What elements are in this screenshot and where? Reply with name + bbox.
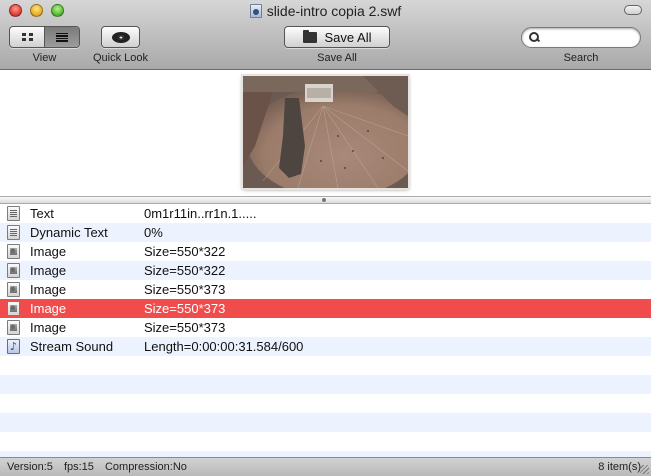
item-value: 0m1r11in..rr1n.1..... xyxy=(144,206,257,221)
item-type: Text xyxy=(30,206,54,221)
preview-pane xyxy=(0,71,651,196)
item-value: Size=550*322 xyxy=(144,263,226,278)
item-type: Image xyxy=(30,244,67,259)
window-title-text: slide-intro copia 2.swf xyxy=(266,3,402,19)
list-item[interactable]: Stream Sound Length=0:00:00:31.584/600 xyxy=(0,337,651,356)
empty-row xyxy=(0,375,651,394)
status-bar: Version:5 fps:15 Compression:No 8 item(s… xyxy=(0,457,651,476)
window-title: slide-intro copia 2.swf xyxy=(0,3,651,19)
sound-file-icon xyxy=(7,337,20,356)
empty-row xyxy=(0,432,651,451)
empty-row xyxy=(0,413,651,432)
item-type: Dynamic Text xyxy=(30,225,108,240)
item-value: Size=550*322 xyxy=(144,244,226,259)
item-type: Image xyxy=(30,263,67,278)
item-value: Size=550*373 xyxy=(144,320,226,335)
status-version: Version:5 xyxy=(7,461,53,473)
item-value: Size=550*373 xyxy=(144,282,226,297)
list-item[interactable]: Text 0m1r11in..rr1n.1..... xyxy=(0,204,651,223)
view-label: View xyxy=(32,52,57,64)
status-info: Version:5 fps:15 Compression:No xyxy=(7,461,195,473)
list-view-button[interactable] xyxy=(44,27,79,47)
window-toolbar: slide-intro copia 2.swf Save All View Qu… xyxy=(0,0,651,70)
status-compression: Compression:No xyxy=(104,461,187,473)
item-value: Length=0:00:00:31.584/600 xyxy=(144,339,304,354)
search-field[interactable] xyxy=(521,27,641,48)
list-item-selected[interactable]: Image Size=550*373 xyxy=(0,299,651,318)
swf-file-icon xyxy=(249,4,262,18)
item-type: Stream Sound xyxy=(30,339,114,354)
resource-list: Text 0m1r11in..rr1n.1..... Dynamic Text … xyxy=(0,204,651,457)
text-file-icon xyxy=(7,206,20,221)
list-item[interactable]: Image Size=550*322 xyxy=(0,261,651,280)
status-item-count: 8 item(s) xyxy=(598,461,641,473)
image-file-icon xyxy=(7,282,20,297)
search-icon xyxy=(529,32,539,42)
item-type: Image xyxy=(30,282,67,297)
save-all-button-label: Save All xyxy=(324,29,372,45)
piazza-photo-graphic xyxy=(243,76,408,188)
list-item[interactable]: Image Size=550*373 xyxy=(0,280,651,299)
eye-icon xyxy=(111,31,130,43)
resize-grip-icon[interactable] xyxy=(640,465,649,474)
divider-grip-icon xyxy=(322,198,326,202)
quick-look-button[interactable] xyxy=(101,26,140,48)
view-mode-segmented-control xyxy=(9,26,80,48)
item-type: Image xyxy=(30,320,67,335)
image-file-icon xyxy=(7,244,20,259)
empty-row xyxy=(0,356,651,375)
search-label: Search xyxy=(563,52,599,64)
split-view-divider[interactable] xyxy=(0,196,651,204)
search-input[interactable] xyxy=(544,30,636,45)
save-all-button[interactable]: Save All xyxy=(284,26,390,48)
status-fps: fps:15 xyxy=(63,461,94,473)
preview-image xyxy=(243,76,408,188)
image-file-icon xyxy=(7,320,20,335)
save-all-label: Save All xyxy=(317,52,357,64)
quick-look-label: Quick Look xyxy=(92,52,149,64)
empty-row xyxy=(0,394,651,413)
item-value: 0% xyxy=(144,225,163,240)
image-file-icon xyxy=(7,301,20,316)
list-item[interactable]: Image Size=550*373 xyxy=(0,318,651,337)
text-file-icon xyxy=(7,225,20,240)
list-item[interactable]: Dynamic Text 0% xyxy=(0,223,651,242)
item-value: Size=550*373 xyxy=(144,301,226,316)
list-icon xyxy=(56,32,68,42)
folder-icon xyxy=(302,29,317,43)
item-type: Image xyxy=(30,301,67,316)
grid-view-button[interactable] xyxy=(10,27,44,47)
image-file-icon xyxy=(7,263,20,278)
grid-icon xyxy=(21,32,33,42)
list-item[interactable]: Image Size=550*322 xyxy=(0,242,651,261)
